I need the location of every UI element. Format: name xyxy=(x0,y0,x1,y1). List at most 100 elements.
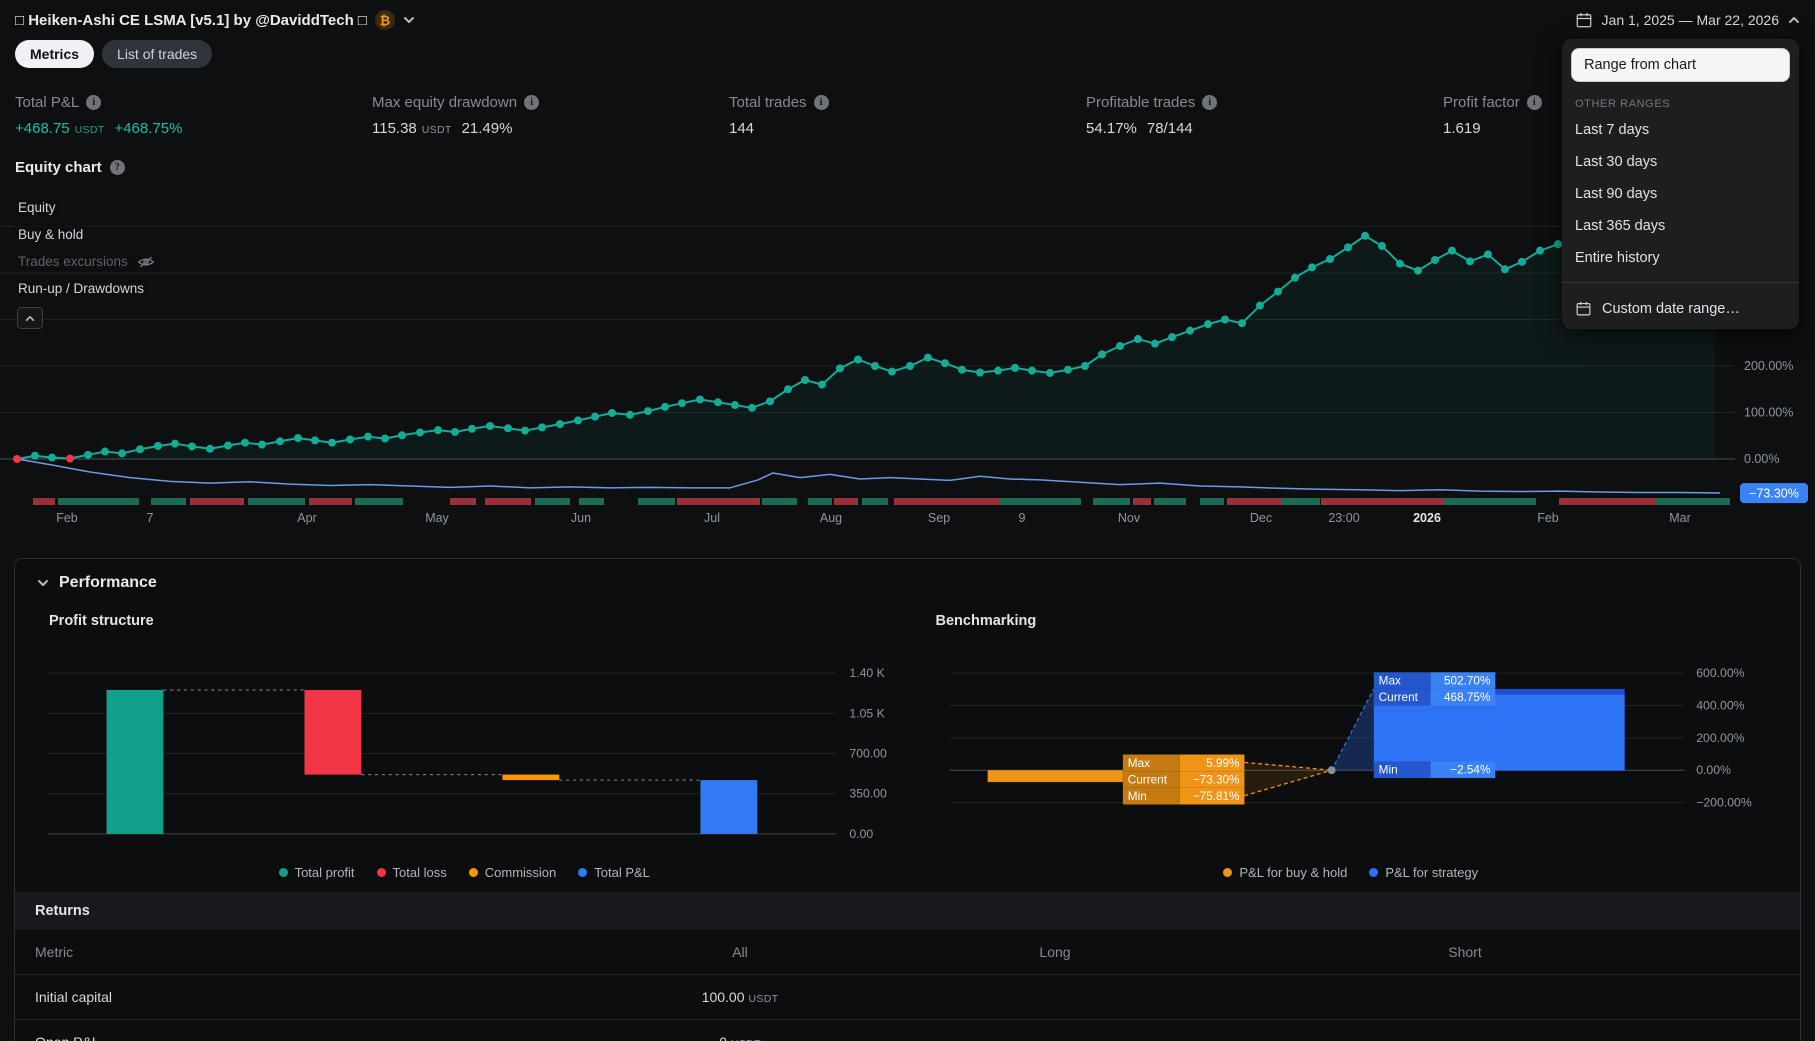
menu-item-range-from-chart[interactable]: Range from chart xyxy=(1571,48,1790,82)
collapse-chart-button[interactable] xyxy=(17,307,43,329)
legend-label: Total profit xyxy=(294,865,355,881)
menu-item-last-365-days[interactable]: Last 365 days xyxy=(1562,210,1799,242)
equity-point xyxy=(398,431,406,440)
menu-item-last-7-days[interactable]: Last 7 days xyxy=(1562,114,1799,146)
equity-point xyxy=(1274,287,1282,296)
custom-date-range-label: Custom date range… xyxy=(1602,300,1740,317)
legend-dot-icon xyxy=(1369,868,1379,878)
tab-list-of-trades[interactable]: List of trades xyxy=(102,40,213,68)
equity-point xyxy=(1414,266,1422,275)
info-icon[interactable]: i xyxy=(1526,95,1542,110)
coin-icon: ₿ xyxy=(374,10,395,30)
menu-item-custom-date-range[interactable]: Custom date range… xyxy=(1562,291,1799,319)
x-axis-label: 23:00 xyxy=(1328,511,1359,525)
equity-point xyxy=(486,421,494,430)
chevron-down-icon[interactable] xyxy=(403,16,415,24)
info-icon[interactable]: i xyxy=(1202,95,1218,110)
equity-point xyxy=(994,366,1002,375)
legend-item[interactable]: Total loss xyxy=(376,865,447,880)
legend-dot-icon xyxy=(278,868,288,878)
equity-point xyxy=(1378,242,1386,251)
legend-item[interactable]: Total profit xyxy=(278,865,355,881)
y-axis-label: 0.00% xyxy=(1696,763,1731,777)
legend-item[interactable]: Total P&L xyxy=(578,865,650,880)
runup-drawdown-segment xyxy=(1282,498,1320,505)
strategy-title-row[interactable]: □ Heiken-Ashi CE LSMA [v5.1] by @DaviddT… xyxy=(15,10,415,30)
equity-chart[interactable]: 200.00% 100.00% 0.00% Feb 7 Apr May Jun Jul Aug Se… xyxy=(0,176,1815,528)
legend-item[interactable]: P&L for buy & hold xyxy=(1223,865,1347,880)
x-axis-label: Feb xyxy=(56,511,78,525)
range-label: Current xyxy=(1378,691,1418,704)
profit-structure-title: Profit structure xyxy=(49,613,154,629)
runup-drawdown-segment xyxy=(58,498,139,505)
menu-item-entire-history[interactable]: Entire history xyxy=(1562,242,1799,274)
equity-point xyxy=(451,428,459,437)
menu-item-last-30-days[interactable]: Last 30 days xyxy=(1562,146,1799,178)
col-long: Long xyxy=(1039,944,1071,961)
eye-off-icon xyxy=(137,256,155,267)
legend-item-buy-and-hold[interactable]: Buy & hold xyxy=(15,226,87,243)
y-axis-label: 0.00 xyxy=(849,827,873,841)
equity-point xyxy=(591,412,599,421)
y-axis-label: 700.00 xyxy=(849,746,887,760)
stat-label: Total trades xyxy=(729,94,807,111)
legend-item-trades-excursions[interactable]: Trades excursions xyxy=(15,253,158,270)
equity-chart-title: Equity chart xyxy=(15,159,102,176)
info-icon[interactable]: i xyxy=(86,95,102,110)
runup-drawdown-segment xyxy=(1227,498,1282,505)
legend-item-equity[interactable]: Equity xyxy=(15,199,59,216)
legend-dot-icon xyxy=(468,868,478,878)
help-icon[interactable]: ? xyxy=(109,160,125,175)
strategy-tester-panel: □ Heiken-Ashi CE LSMA [v5.1] by @DaviddT… xyxy=(0,0,1815,1041)
equity-point xyxy=(1204,320,1212,329)
equity-point xyxy=(1554,240,1562,249)
equity-point xyxy=(538,423,546,432)
row-metric: Open P&L xyxy=(15,1034,635,1041)
legend-item-runup-drawdowns[interactable]: Run-up / Drawdowns xyxy=(15,280,148,297)
stat-extra: 78/144 xyxy=(1146,120,1193,137)
legend-item[interactable]: Commission xyxy=(468,865,556,880)
info-icon[interactable]: i xyxy=(524,95,540,110)
benchmarking-chart[interactable]: 600.00% 400.00% 200.00% 0.00% −200.00% Max 5.9… xyxy=(920,633,1783,863)
legend-item[interactable]: P&L for strategy xyxy=(1369,865,1478,880)
runup-drawdown-segment xyxy=(999,498,1081,505)
runup-drawdown-segment xyxy=(808,498,832,505)
row-value: 0 xyxy=(719,1034,727,1041)
range-value: −2.54% xyxy=(1450,764,1491,777)
x-axis-label: Feb xyxy=(1537,511,1559,525)
waterfall-bar-total-loss[interactable] xyxy=(304,689,362,775)
equity-point xyxy=(1344,243,1352,252)
profit-structure-chart[interactable]: 1.40 K 1.05 K 700.00 350.00 0.00 xyxy=(33,633,896,863)
x-axis-label: 7 xyxy=(147,511,154,525)
col-metric: Metric xyxy=(35,944,74,961)
strategy-bar[interactable] xyxy=(1373,694,1625,771)
legend-label: Equity xyxy=(18,200,56,215)
buy-and-hold-bar[interactable] xyxy=(987,770,1123,783)
equity-point xyxy=(1168,333,1176,342)
row-metric: Initial capital xyxy=(35,989,113,1006)
range-label: Current xyxy=(1127,773,1167,786)
performance-header[interactable]: Performance xyxy=(15,559,1800,607)
waterfall-bar-total-profit[interactable] xyxy=(106,689,164,834)
stat-label: Total P&L xyxy=(15,94,80,111)
performance-charts-row: Profit structure 1.40 K 1.05 K 700.00 350.0… xyxy=(15,607,1800,892)
runup-drawdown-segment xyxy=(1133,498,1151,505)
waterfall-bar-total-p-l[interactable] xyxy=(700,780,758,834)
equity-point xyxy=(434,426,442,435)
equity-point xyxy=(714,398,722,407)
date-range-label: Jan 1, 2025 — Mar 22, 2026 xyxy=(1601,12,1779,28)
tab-metrics[interactable]: Metrics xyxy=(15,40,95,68)
equity-point xyxy=(31,451,39,460)
date-range-selector[interactable]: Jan 1, 2025 — Mar 22, 2026 xyxy=(1575,11,1800,29)
info-icon[interactable]: i xyxy=(813,95,829,110)
strategy-title: □ Heiken-Ashi CE LSMA [v5.1] by @DaviddT… xyxy=(15,11,367,29)
equity-point xyxy=(1098,350,1106,359)
waterfall-bar-commission[interactable] xyxy=(502,774,560,781)
menu-item-last-90-days[interactable]: Last 90 days xyxy=(1562,178,1799,210)
legend-dot-icon xyxy=(376,868,386,878)
equity-point xyxy=(1431,255,1439,264)
legend-label: Trades excursions xyxy=(18,254,128,269)
equity-point xyxy=(276,437,284,446)
y-axis-label: 350.00 xyxy=(849,787,887,801)
equity-point xyxy=(731,401,739,410)
